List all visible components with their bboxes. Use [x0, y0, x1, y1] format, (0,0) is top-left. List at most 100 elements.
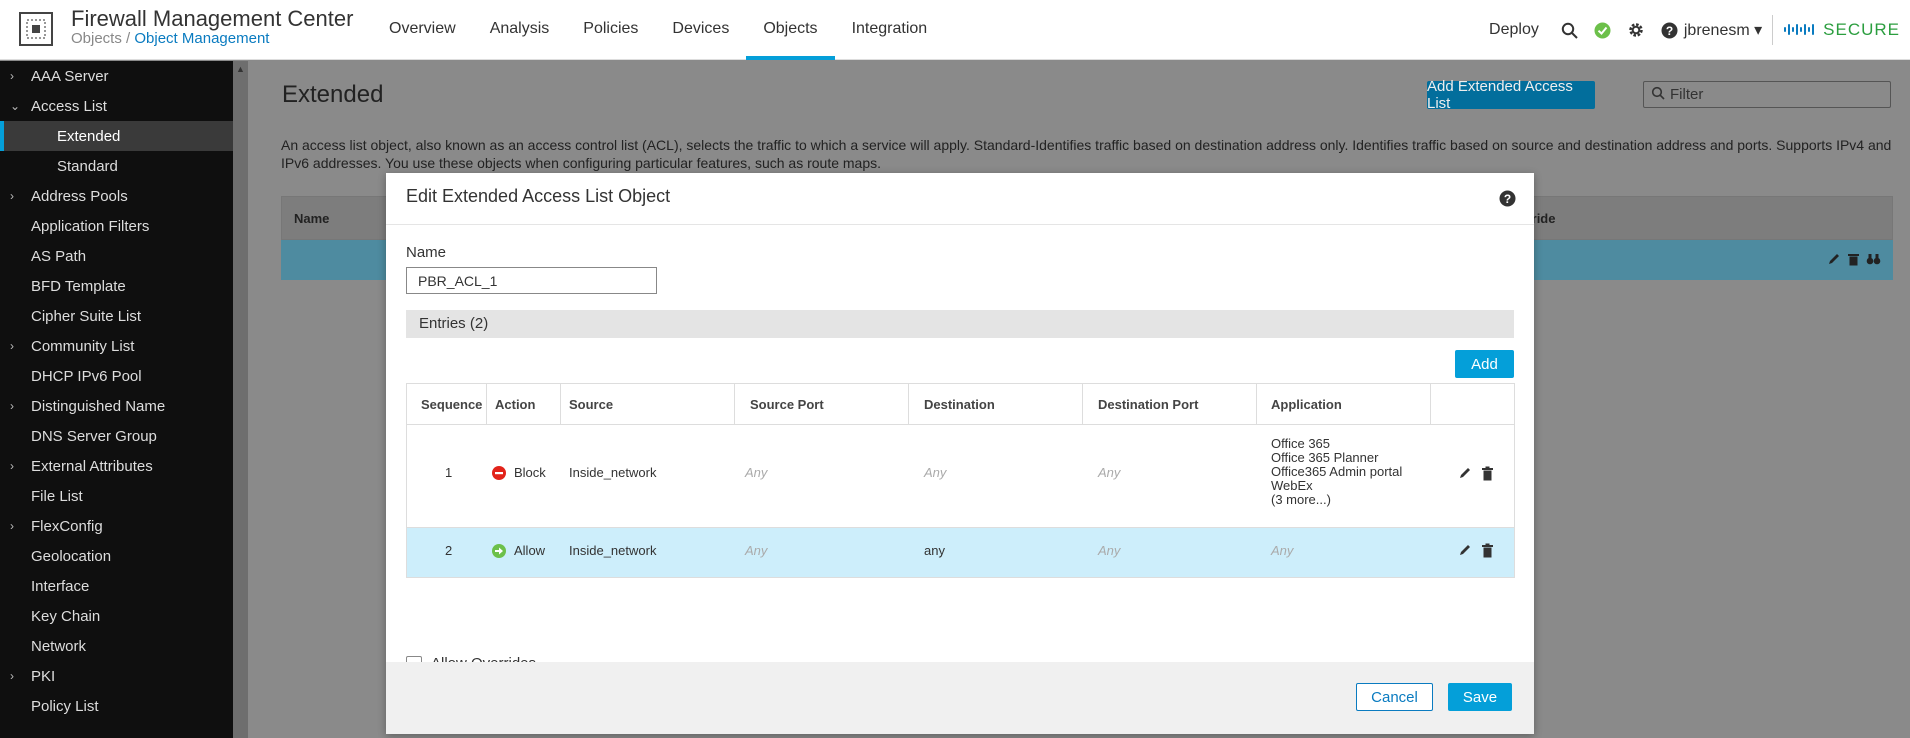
health-status-icon[interactable] [1594, 22, 1611, 39]
sidebar-item-as-path[interactable]: AS Path [0, 241, 233, 271]
filter-placeholder: Filter [1670, 86, 1704, 103]
sidebar-item-aaa-server[interactable]: › AAA Server [0, 61, 233, 91]
deploy-button[interactable]: Deploy [1489, 21, 1539, 39]
sidebar-item-label: Key Chain [31, 607, 101, 625]
sidebar-item-label: AAA Server [31, 67, 109, 85]
breadcrumb-separator: / [126, 30, 131, 47]
chevron-right-icon: › [10, 669, 14, 683]
sidebar-item-label: PKI [31, 667, 56, 685]
brand-name: SECURE [1823, 20, 1900, 39]
row-actions [1458, 466, 1494, 481]
save-button[interactable]: Save [1448, 683, 1512, 711]
help-icon[interactable]: ? [1499, 190, 1516, 207]
source-port-cell: Any [745, 543, 768, 558]
sidebar-item-cipher-suite-list[interactable]: Cipher Suite List [0, 301, 233, 331]
gear-icon[interactable] [1627, 21, 1645, 39]
sidebar-item-application-filters[interactable]: Application Filters [0, 211, 233, 241]
sidebar-item-network[interactable]: Network [0, 631, 233, 661]
object-sidebar: › AAA Server ⌄ Access List Extended Standa… [0, 61, 233, 738]
nav-devices[interactable]: Devices [655, 0, 746, 60]
chevron-down-icon: ⌄ [10, 99, 21, 113]
sidebar-item-label: Distinguished Name [31, 397, 166, 415]
svg-text:?: ? [1666, 24, 1673, 38]
edit-icon[interactable] [1827, 252, 1841, 266]
table-row[interactable]: 1 Block Inside_network Any Any Any Offic… [407, 425, 1514, 528]
filter-input[interactable]: Filter [1643, 81, 1891, 108]
destination-cell: any [924, 543, 945, 558]
sidebar-item-bfd-template[interactable]: BFD Template [0, 271, 233, 301]
sidebar-item-standard[interactable]: Standard [0, 151, 233, 181]
nav-policies[interactable]: Policies [566, 0, 655, 60]
edit-extended-access-list-dialog: Edit Extended Access List Object ? Name … [386, 173, 1534, 734]
action-label: Allow [514, 543, 546, 558]
sidebar-item-geolocation[interactable]: Geolocation [0, 541, 233, 571]
breadcrumb-parent[interactable]: Objects [71, 30, 122, 47]
edit-icon[interactable] [1458, 466, 1472, 480]
breadcrumb-current[interactable]: Object Management [134, 30, 269, 47]
binoculars-icon[interactable] [1866, 252, 1881, 266]
name-input[interactable] [406, 267, 657, 294]
destination-cell: Any [924, 465, 947, 480]
trash-icon[interactable] [1481, 466, 1494, 481]
sidebar-item-dhcp-ipv6-pool[interactable]: DHCP IPv6 Pool [0, 361, 233, 391]
sidebar-item-label: File List [31, 487, 83, 505]
sidebar-item-address-pools[interactable]: › Address Pools [0, 181, 233, 211]
fmc-logo-icon[interactable] [18, 11, 54, 47]
nav-integration[interactable]: Integration [835, 0, 945, 60]
source-cell: Inside_network [569, 465, 657, 480]
sidebar-item-distinguished-name[interactable]: › Distinguished Name [0, 391, 233, 421]
sidebar-scrollbar[interactable]: ▲ [233, 61, 248, 738]
sidebar-item-label: Cipher Suite List [31, 307, 142, 325]
sidebar-item-community-list[interactable]: › Community List [0, 331, 233, 361]
sidebar-item-label: Extended [57, 127, 121, 145]
sidebar-item-key-chain[interactable]: Key Chain [0, 601, 233, 631]
sidebar-item-label: Application Filters [31, 217, 150, 235]
cisco-logo-icon [1784, 24, 1815, 35]
cancel-button[interactable]: Cancel [1356, 683, 1433, 711]
sidebar-item-external-attributes[interactable]: › External Attributes [0, 451, 233, 481]
block-icon [492, 465, 506, 480]
svg-text:?: ? [1504, 192, 1511, 206]
source-port-cell: Any [745, 465, 768, 480]
scroll-up-icon[interactable]: ▲ [236, 64, 245, 74]
sidebar-item-interface[interactable]: Interface [0, 571, 233, 601]
chevron-right-icon: › [10, 519, 14, 533]
header-actions: Deploy ? jbrenesm ▾ SECURE [1489, 0, 1910, 60]
sidebar-item-file-list[interactable]: File List [0, 481, 233, 511]
sidebar-item-label: Network [31, 637, 87, 655]
nav-objects[interactable]: Objects [746, 0, 835, 60]
column-header-name[interactable]: Name [294, 211, 329, 226]
dialog-header: Edit Extended Access List Object ? [386, 173, 1534, 225]
sidebar-item-extended[interactable]: Extended [0, 121, 233, 151]
header-divider [1772, 15, 1774, 45]
sidebar-item-flexconfig[interactable]: › FlexConfig [0, 511, 233, 541]
sequence-cell: 2 [445, 543, 453, 558]
search-icon [1651, 86, 1665, 100]
application-item: Office365 Admin portal [1271, 464, 1403, 479]
nav-analysis[interactable]: Analysis [473, 0, 567, 60]
trash-icon[interactable] [1481, 543, 1494, 558]
table-row[interactable]: 2 Allow Inside_network Any any Any Any [407, 528, 1514, 577]
edit-icon[interactable] [1458, 543, 1472, 557]
application-item: WebEx [1271, 478, 1313, 493]
dialog-title: Edit Extended Access List Object [406, 186, 671, 206]
sidebar-item-dns-server-group[interactable]: DNS Server Group [0, 421, 233, 451]
entries-table-header: Sequence Action Source Source Port Desti… [407, 384, 1514, 425]
sidebar-item-pki[interactable]: › PKI [0, 661, 233, 691]
user-menu[interactable]: jbrenesm ▾ [1684, 20, 1762, 40]
search-icon[interactable] [1561, 22, 1578, 39]
sidebar-item-access-list[interactable]: ⌄ Access List [0, 91, 233, 121]
destination-port-cell: Any [1098, 465, 1121, 480]
nav-overview[interactable]: Overview [372, 0, 473, 60]
column-header-action: Action [487, 384, 561, 425]
dialog-body: Name Entries (2) Add Sequence Action Sou… [386, 225, 1534, 672]
action-cell: Block [492, 465, 546, 480]
add-entry-button[interactable]: Add [1455, 350, 1514, 378]
sidebar-item-policy-list[interactable]: Policy List [0, 691, 233, 721]
application-cell: Any [1271, 543, 1294, 558]
add-extended-access-list-button[interactable]: Add Extended Access List [1427, 78, 1595, 112]
breadcrumb: Objects / Object Management [71, 30, 269, 47]
help-icon[interactable]: ? [1661, 22, 1678, 39]
more-applications-link[interactable]: (3 more...) [1271, 493, 1402, 507]
trash-icon[interactable] [1847, 252, 1860, 266]
